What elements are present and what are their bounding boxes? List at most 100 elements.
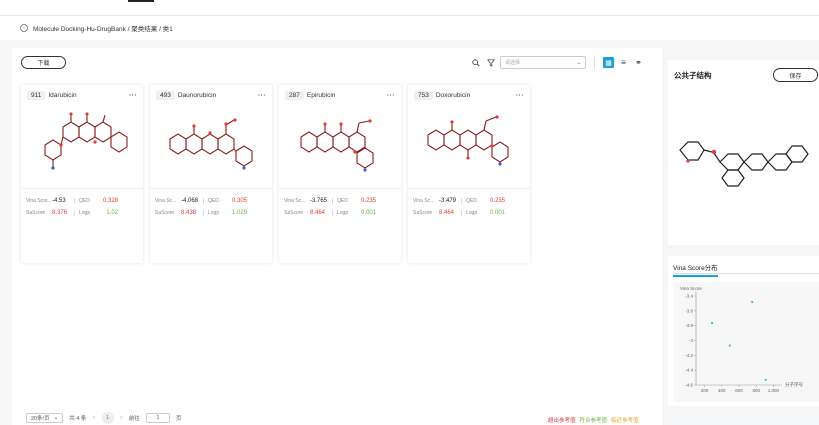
molecule-card[interactable]: 911 Idarubicin ··· Vina Scor... -4.53 QE… <box>21 85 143 263</box>
vina-score-value: -3.479 <box>439 198 457 204</box>
logp-value: 0.001 <box>360 210 376 216</box>
molecule-card[interactable]: 753 Doxorubicin ··· Vina Sc... -3.479 QE… <box>408 85 530 263</box>
logp-value: 1.02 <box>106 210 118 216</box>
y-tick-label: -3.6 <box>685 308 693 313</box>
chevron-down-icon: ⌄ <box>53 415 59 421</box>
logp-value: 0.001 <box>489 210 505 216</box>
sascore-value: 8.438 <box>181 210 197 216</box>
search-icon[interactable] <box>470 56 481 69</box>
y-tick-label: -4.2 <box>685 353 693 358</box>
molecule-structure-image <box>169 118 253 170</box>
molecule-structure-image <box>427 115 509 166</box>
logp-label: Logp <box>332 210 354 216</box>
card-metrics: Vina Sc... -3.765 QED 0.235 SaScore 8.46… <box>284 195 396 219</box>
substructure-image <box>679 141 809 187</box>
legend-near: 临近参考值 <box>611 418 639 424</box>
qed-value: 0.235 <box>360 198 376 204</box>
card-divider <box>408 188 530 189</box>
toolbar: 请选择 ⌄ ▦ ≡ ⚭ <box>470 56 644 69</box>
card-header: 287 Epirubicin ··· <box>285 91 395 100</box>
molecule-card[interactable]: 493 Daunorubicin ··· Vina Sc... -4.068 Q… <box>150 85 272 263</box>
y-tick-label: -4 <box>689 338 693 343</box>
qed-value: 0.328 <box>102 198 118 204</box>
prev-page-button[interactable]: < <box>92 415 95 421</box>
toolbar-divider <box>594 56 595 69</box>
card-header: 911 Idarubicin ··· <box>27 91 137 100</box>
x-tick-label: 400 <box>718 388 726 393</box>
card-metrics: Vina Sc... -4.068 QED 0.305 SaScore 8.43… <box>155 195 267 219</box>
vina-score-label: Vina Sc... <box>284 198 306 204</box>
more-icon[interactable]: ··· <box>516 92 524 99</box>
more-icon[interactable]: ··· <box>387 92 395 99</box>
x-tick-label: 800 <box>752 388 760 393</box>
qed-value: 0.305 <box>231 198 247 204</box>
tab-divider <box>673 273 819 274</box>
scatter-point <box>764 378 767 381</box>
more-icon[interactable]: ··· <box>129 92 137 99</box>
y-tick-label: -3.4 <box>685 294 693 299</box>
results-panel: 下载 请选择 ⌄ ▦ ≡ ⚭ 911 Idarubicin ··· Vina S… <box>12 48 662 425</box>
page-size-value: 20条/页 <box>31 416 50 422</box>
grid-view-icon[interactable]: ▦ <box>603 57 614 68</box>
card-header: 493 Daunorubicin ··· <box>156 91 266 100</box>
breadcrumb: ‹ Molecule Docking-Hu-DrugBank / 聚类结果 / … <box>0 16 819 40</box>
molecule-name: Epirubicin <box>306 92 336 99</box>
vina-score-value: -4.53 <box>52 198 66 204</box>
tab-vina-score[interactable]: Vina Score分布 <box>673 262 718 277</box>
breadcrumb-text: Molecule Docking-Hu-DrugBank / 聚类结果 / 类1 <box>33 26 173 33</box>
sascore-label: SaScore <box>284 210 304 216</box>
vina-score-value: -3.765 <box>310 198 328 204</box>
card-header: 753 Doxorubicin ··· <box>414 91 524 100</box>
page-unit-label: 页 <box>175 416 182 422</box>
more-icon[interactable]: ··· <box>258 92 266 99</box>
filter-select[interactable]: 请选择 ⌄ <box>500 56 586 69</box>
molecule-card[interactable]: 287 Epirubicin ··· Vina Sc... -3.765 QED… <box>279 85 401 263</box>
y-axis-label: Vina Score <box>680 286 702 291</box>
molecule-name: Daunorubicin <box>177 92 217 99</box>
goto-page-input[interactable]: 1 <box>145 413 170 423</box>
molecule-id: 753 <box>414 91 433 100</box>
page-number-button[interactable]: 1 <box>101 412 114 424</box>
x-tick-label: 600 <box>735 388 743 393</box>
download-button[interactable]: 下载 <box>21 56 66 69</box>
list-view-icon[interactable]: ≡ <box>618 56 629 69</box>
qed-label: QED <box>332 198 354 204</box>
logp-label: Logp <box>203 210 225 216</box>
card-metrics: Vina Sc... -3.479 QED 0.235 SaScore 8.46… <box>413 195 525 219</box>
qed-label: QED <box>203 198 225 204</box>
logp-label: Logp <box>461 210 483 216</box>
logp-value: 1.029 <box>231 210 247 216</box>
qed-value: 0.235 <box>489 198 505 204</box>
y-tick-label: -4.6 <box>685 383 693 388</box>
filter-select-placeholder: 请选择 <box>505 60 521 66</box>
qed-label: QED <box>74 198 96 204</box>
back-icon[interactable]: ‹ <box>20 24 28 32</box>
top-nav <box>0 0 819 16</box>
molecule-id: 493 <box>156 91 175 100</box>
scatter-point <box>751 300 754 303</box>
x-tick-label: 200 <box>701 388 709 393</box>
card-metrics: Vina Scor... -4.53 QED 0.328 SaScore 8.3… <box>26 195 138 219</box>
scatter-point <box>728 344 731 347</box>
sascore-value: 8.464 <box>310 210 326 216</box>
page-size-select[interactable]: 20条/页 ⌄ <box>26 413 64 423</box>
card-divider <box>279 188 401 189</box>
sascore-value: 8.376 <box>52 210 68 216</box>
card-divider <box>21 188 143 189</box>
sascore-label: SaScore <box>26 210 46 216</box>
y-tick-label: -3.8 <box>685 323 693 328</box>
chart-area: Vina Score -3.4 -3.6 -3.8 -4 -4.2 -4.4 -4.6 200 4… <box>674 282 819 402</box>
sascore-label: SaScore <box>155 210 175 216</box>
legend-meet: 符合参考值 <box>579 418 608 424</box>
molecule-name: Idarubicin <box>48 92 77 99</box>
filter-icon[interactable] <box>485 56 496 69</box>
vina-score-chart-panel: Vina Score分布 Vina Score -3.4 -3.6 -3.8 -4 -4.… <box>668 256 819 406</box>
next-page-button[interactable]: > <box>120 415 123 421</box>
x-axis-label: 分子序号 <box>785 381 803 388</box>
color-legend: 超出参考值 符合参考值 临近参考值 <box>548 416 639 424</box>
molecule-structure-image <box>300 119 374 172</box>
molecule-id: 287 <box>285 91 304 100</box>
molecule-id: 911 <box>27 91 46 100</box>
link-icon[interactable]: ⚭ <box>633 56 644 69</box>
save-button[interactable]: 保存 <box>773 68 818 82</box>
